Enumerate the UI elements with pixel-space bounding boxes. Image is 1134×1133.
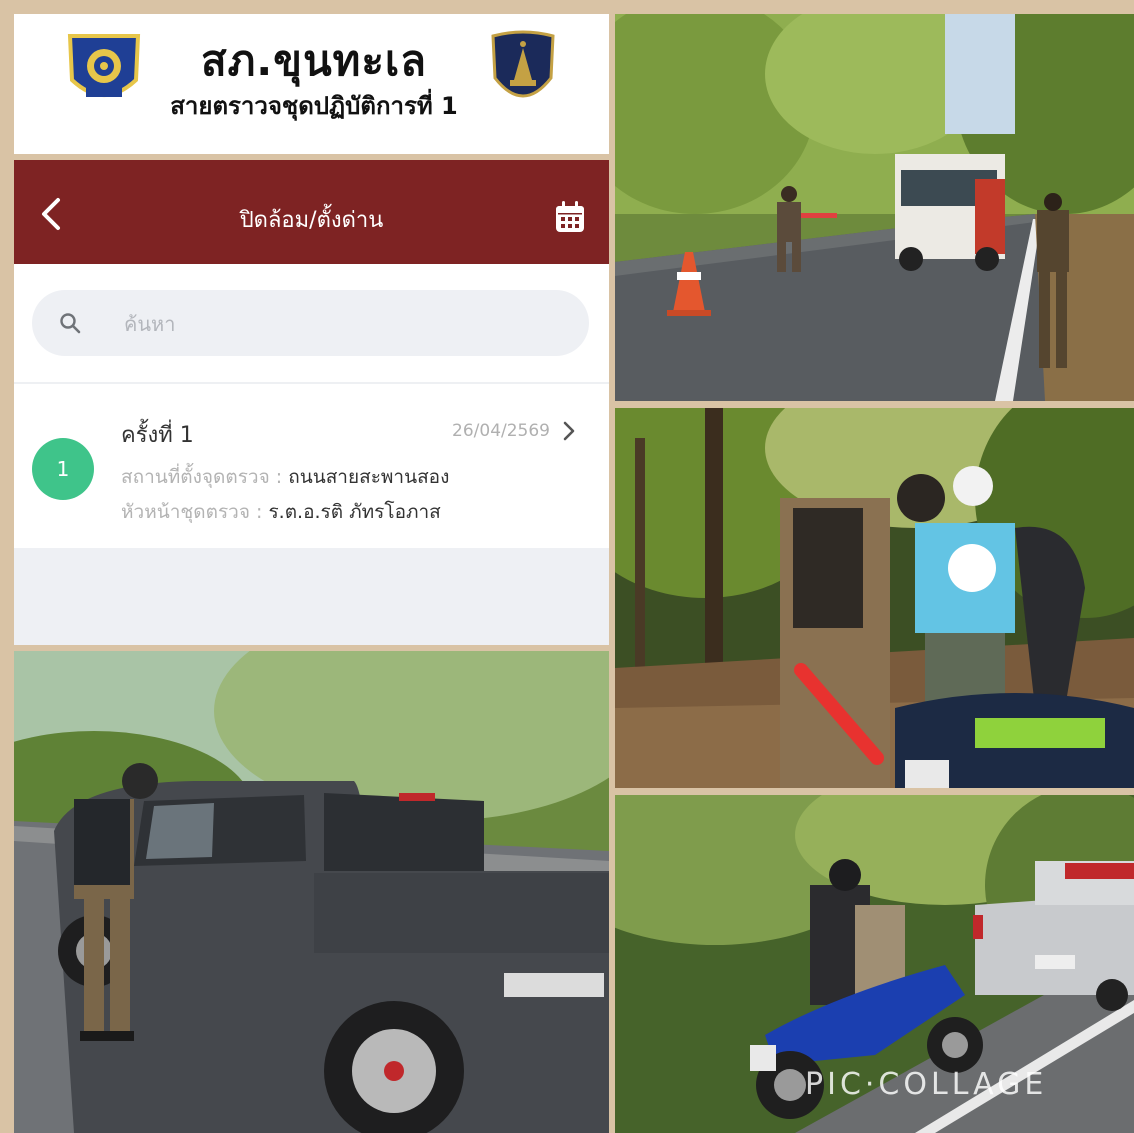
chevron-right-icon xyxy=(563,421,575,441)
unit-name: สายตราวจชุดปฏิบัติการที่ 1 xyxy=(170,92,458,120)
list-empty-area xyxy=(14,548,609,645)
item-head-label: หัวหน้าชุดตรวจ : xyxy=(121,501,263,523)
photo-pickup-check xyxy=(14,651,609,1133)
app-bar: ปิดล้อม/ตั้งด่าน xyxy=(14,160,609,264)
item-number-badge: 1 xyxy=(32,438,94,500)
calendar-icon[interactable] xyxy=(554,200,586,234)
list-item[interactable]: 1 ครั้งที่ 1 26/04/2569 สถานที่ตั้งจุดตร… xyxy=(14,384,609,548)
item-location: สถานที่ตั้งจุดตรวจ : ถนนสายสะพานสอง xyxy=(121,462,449,492)
police-badge-icon xyxy=(67,34,141,97)
item-date: 26/04/2569 xyxy=(452,421,550,441)
search-bar xyxy=(32,290,589,356)
item-head-value: ร.ต.อ.รติ ภัทรโอภาส xyxy=(268,501,441,523)
photo-inspection xyxy=(615,408,1134,788)
search-input[interactable] xyxy=(122,300,566,348)
header-panel: สภ.ขุนทะเล สายตราวจชุดปฏิบัติการที่ 1 xyxy=(14,14,609,154)
watermark: PIC·COLLAGE xyxy=(805,1067,1048,1102)
station-name: สภ.ขุนทะเล xyxy=(200,36,428,85)
police-shield-icon xyxy=(491,30,555,98)
page-title: ปิดล้อม/ตั้งด่าน xyxy=(239,208,384,233)
item-location-label: สถานที่ตั้งจุดตรวจ : xyxy=(121,466,283,488)
item-head: หัวหน้าชุดตรวจ : ร.ต.อ.รติ ภัทรโอภาส xyxy=(121,497,441,527)
app-screen: ปิดล้อม/ตั้งด่าน 1 ครั้งที่ 1 26/04/2569 xyxy=(14,160,609,645)
search-icon xyxy=(60,313,81,334)
item-location-value: ถนนสายสะพานสอง xyxy=(288,466,450,488)
item-title: ครั้งที่ 1 xyxy=(121,423,194,448)
photo-motorbike-check: PIC·COLLAGE xyxy=(615,795,1134,1133)
photo-roadblock xyxy=(615,14,1134,401)
